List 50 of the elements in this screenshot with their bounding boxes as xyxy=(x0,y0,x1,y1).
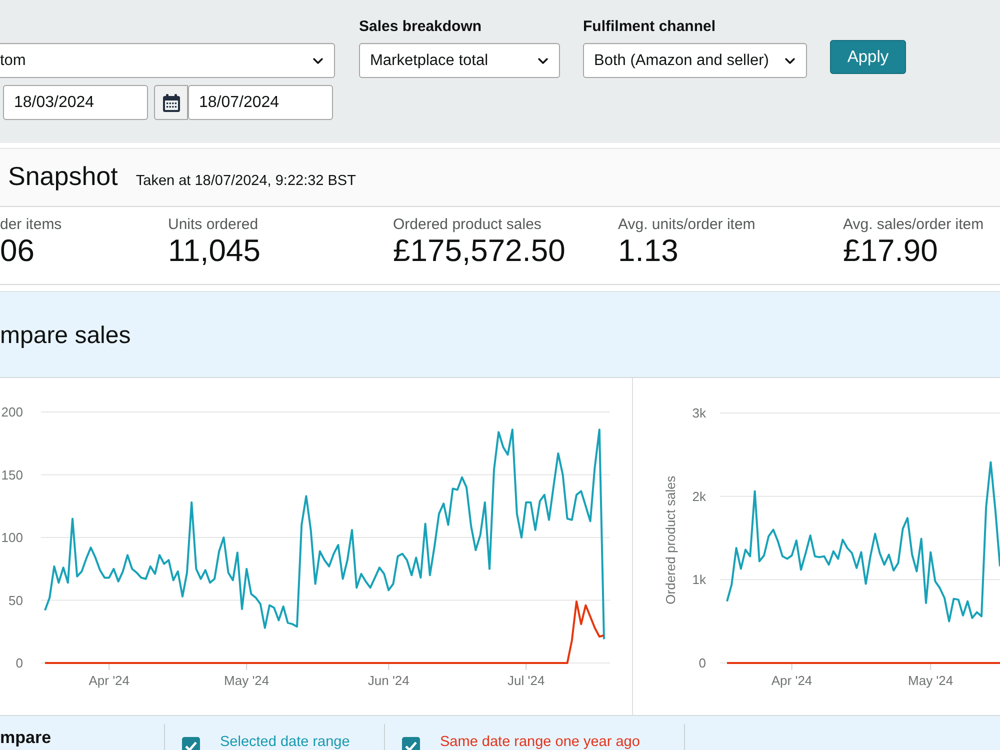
metric-value: 1.13 xyxy=(618,233,678,269)
metric-label: der items xyxy=(0,216,62,233)
sales-breakdown-dropdown[interactable]: Marketplace total xyxy=(359,43,560,78)
axis-tick-label: 3k xyxy=(692,406,706,420)
axis-tick-label: 150 xyxy=(1,467,23,482)
tick-mark xyxy=(791,662,792,670)
section-title: Snapshot xyxy=(8,161,118,191)
axis-tick-label: 100 xyxy=(1,530,23,545)
axis-tick-label: 0 xyxy=(698,656,706,670)
axis-tick-label: Apr '24 xyxy=(771,673,812,688)
field-label: Fulfilment channel xyxy=(583,19,717,35)
legend-label: Selected date range xyxy=(220,734,350,750)
axis-tick-label: May '24 xyxy=(908,673,954,688)
calendar-button[interactable] xyxy=(154,85,188,120)
axis-tick-label: 50 xyxy=(8,592,23,608)
tick-mark xyxy=(246,662,248,670)
section-title: mpare sales xyxy=(0,322,131,350)
axis-tick-label: 1k xyxy=(692,572,706,588)
field-label: Sales breakdown xyxy=(359,19,483,35)
legend-title: mpare xyxy=(0,728,52,747)
tick-mark xyxy=(108,662,110,670)
tick-mark xyxy=(930,662,932,670)
axis-tick-label: Jun '24 xyxy=(368,673,410,688)
metric-label: Units ordered xyxy=(168,216,258,233)
metric-value: 11,045 xyxy=(168,233,261,269)
axis-tick-label: Jul '24 xyxy=(508,673,545,688)
fulfilment-channel-dropdown[interactable]: Both (Amazon and seller) xyxy=(583,43,807,78)
axis-tick-label: 200 xyxy=(1,404,23,420)
legend-label: Same date range one year ago xyxy=(440,734,640,750)
timestamp: Taken at 18/07/2024, 9:22:32 BST xyxy=(136,173,356,189)
tick-mark xyxy=(388,662,390,670)
end-date-field[interactable]: 18/07/2024 xyxy=(188,85,333,120)
axis-tick-label: 0 xyxy=(16,656,23,670)
start-date-field[interactable]: 18/03/2024 xyxy=(3,85,148,120)
axis-title: Ordered product sales xyxy=(663,476,678,604)
axis-tick-label: 2k xyxy=(692,488,706,504)
metric-value: £175,572.50 xyxy=(393,233,566,269)
apply-button[interactable]: Apply xyxy=(830,40,906,74)
metric-label: Avg. units/order item xyxy=(618,216,756,233)
checkbox[interactable] xyxy=(182,737,200,750)
axis-tick-label: Apr '24 xyxy=(88,673,130,688)
metric-label: Ordered product sales xyxy=(393,216,542,233)
metric-value: 06 xyxy=(0,233,34,269)
axis-tick-label: May '24 xyxy=(224,673,270,688)
metric-value: £17.90 xyxy=(843,233,938,269)
calendar-icon xyxy=(162,94,180,112)
checkbox[interactable] xyxy=(402,737,420,750)
metric-label: Avg. sales/order item xyxy=(843,216,984,233)
date-range-dropdown[interactable]: tom xyxy=(0,43,335,78)
tick-mark xyxy=(526,662,527,670)
